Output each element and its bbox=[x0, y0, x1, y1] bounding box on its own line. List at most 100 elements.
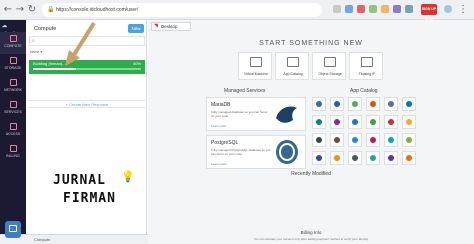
app-tile[interactable] bbox=[330, 133, 344, 147]
chat-icon bbox=[9, 225, 17, 232]
chat-button[interactable] bbox=[5, 221, 21, 238]
elephant-icon bbox=[276, 140, 298, 164]
sidebar-item-access[interactable]: ACCESS bbox=[0, 120, 26, 142]
network-icon bbox=[9, 79, 17, 86]
sidebar-item-storage[interactable]: STORAGE bbox=[0, 54, 26, 76]
back-icon[interactable]: ← bbox=[3, 4, 13, 16]
billing-icon bbox=[9, 145, 17, 152]
sidebar-item-label: SERVICES bbox=[4, 110, 22, 114]
profile-icon[interactable] bbox=[444, 5, 452, 13]
app-logo-icon bbox=[352, 101, 358, 107]
seal-icon bbox=[276, 106, 297, 123]
app-logo-icon bbox=[388, 137, 394, 143]
app-catalog-card[interactable]: App Catalog bbox=[275, 52, 309, 80]
sidebar-item-label: BILLING bbox=[6, 154, 20, 158]
start-title: START SOMETHING NEW bbox=[259, 40, 363, 47]
app-tile[interactable] bbox=[366, 133, 380, 147]
app-tile[interactable] bbox=[384, 151, 398, 165]
mariadb-card[interactable]: MariaDB Fully managed database so you ca… bbox=[206, 97, 306, 131]
app-tile[interactable] bbox=[402, 151, 416, 165]
extension-icon[interactable] bbox=[393, 5, 401, 13]
app-logo-icon bbox=[370, 137, 376, 143]
app-logo-icon bbox=[334, 119, 340, 125]
reload-icon[interactable]: ↻ bbox=[27, 4, 37, 16]
app-logo-icon bbox=[352, 137, 358, 143]
app-tile[interactable] bbox=[384, 115, 398, 129]
app-tile[interactable] bbox=[402, 133, 416, 147]
watermark-line: FIRMAN bbox=[63, 191, 116, 206]
app-logo-icon bbox=[388, 155, 394, 161]
app-tile[interactable] bbox=[312, 151, 326, 165]
app-tile[interactable] bbox=[312, 97, 326, 111]
menu-icon[interactable]: ⋮ bbox=[458, 4, 468, 16]
card-label: Virtual Machine bbox=[243, 72, 269, 76]
extension-icon[interactable] bbox=[381, 5, 389, 13]
app-tile[interactable] bbox=[402, 97, 416, 111]
address-bar[interactable]: 🔒 https://console.idcloudhost.com/user/ bbox=[42, 3, 322, 17]
app-tile[interactable] bbox=[384, 97, 398, 111]
app-logo-icon bbox=[334, 101, 340, 107]
app-logo-icon bbox=[370, 101, 376, 107]
virtual-machine-card[interactable]: Virtual Machine bbox=[238, 52, 272, 80]
signup-button[interactable]: SIGN UP NOW bbox=[421, 4, 437, 22]
network-icon bbox=[361, 57, 373, 67]
postgresql-card[interactable]: PostgreSQL Fully managed PostgreSQL data… bbox=[206, 135, 306, 169]
app-logo-icon bbox=[370, 155, 376, 161]
app-logo-icon bbox=[334, 155, 340, 161]
learn-more-link[interactable]: Learn more bbox=[211, 124, 226, 128]
arrow-annotation bbox=[65, 21, 96, 66]
sidebar-item-compute[interactable]: COMPUTE bbox=[0, 32, 26, 54]
desktop-area: ◥ Desktop START SOMETHING NEW Virtual Ma… bbox=[148, 20, 474, 244]
extension-icon[interactable] bbox=[333, 5, 341, 13]
service-desc: Fully managed database so you can focus … bbox=[211, 110, 268, 118]
compute-icon bbox=[9, 35, 17, 42]
app-logo-icon bbox=[388, 101, 394, 107]
app-tile[interactable] bbox=[348, 151, 362, 165]
app-tile[interactable] bbox=[312, 115, 326, 129]
forward-icon[interactable]: → bbox=[15, 4, 25, 16]
app-logo-icon bbox=[316, 119, 322, 125]
sidebar-item-services[interactable]: SERVICES bbox=[0, 98, 26, 120]
app-tile[interactable] bbox=[348, 133, 362, 147]
card-label: Object Storage bbox=[318, 72, 342, 76]
app-tile[interactable] bbox=[366, 115, 380, 129]
learn-more-link[interactable]: Learn more bbox=[211, 162, 226, 166]
app-tile[interactable] bbox=[330, 97, 344, 111]
app-logo-icon bbox=[334, 137, 340, 143]
storage-icon bbox=[324, 57, 336, 67]
sidebar-item-label: ACCESS bbox=[5, 132, 21, 136]
sidebar-item-label: NETWORK bbox=[4, 88, 22, 92]
floating-ip-card[interactable]: Floating IP bbox=[349, 52, 383, 80]
app-tile[interactable] bbox=[330, 151, 344, 165]
app-logo-icon bbox=[352, 155, 358, 161]
new-button[interactable]: New bbox=[128, 24, 144, 33]
app-tile[interactable] bbox=[402, 115, 416, 129]
box-icon bbox=[287, 57, 299, 67]
app-logo-icon bbox=[388, 119, 394, 125]
card-label: App Catalog bbox=[283, 72, 303, 76]
cloud-icon: ☁ bbox=[2, 23, 7, 29]
app-tile[interactable] bbox=[384, 133, 398, 147]
app-tile[interactable] bbox=[366, 151, 380, 165]
sidebar-item-network[interactable]: NETWORK bbox=[0, 76, 26, 98]
app-tile[interactable] bbox=[348, 115, 362, 129]
extension-icon[interactable] bbox=[369, 5, 377, 13]
services-icon bbox=[9, 101, 17, 108]
app-tile[interactable] bbox=[366, 97, 380, 111]
name-filter[interactable]: Name ▾ bbox=[30, 50, 42, 55]
app-tile[interactable] bbox=[312, 133, 326, 147]
managed-services-title: Managed Services bbox=[224, 88, 266, 94]
object-storage-card[interactable]: Object Storage bbox=[312, 52, 346, 80]
app-logo-icon bbox=[316, 155, 322, 161]
extension-icon[interactable] bbox=[405, 5, 413, 13]
extension-icon[interactable] bbox=[357, 5, 365, 13]
app-tile[interactable] bbox=[348, 97, 362, 111]
app-logo-icon bbox=[316, 137, 322, 143]
create-resource-button[interactable]: + Create New Resource bbox=[29, 100, 145, 108]
sidebar-item-billing[interactable]: BILLING bbox=[0, 142, 26, 164]
app-logo-icon bbox=[406, 101, 412, 107]
tab-desktop[interactable]: ◥ Desktop bbox=[151, 22, 191, 31]
search-icon: ⌕ bbox=[32, 38, 35, 44]
extension-icon[interactable] bbox=[345, 5, 353, 13]
app-tile[interactable] bbox=[330, 115, 344, 129]
